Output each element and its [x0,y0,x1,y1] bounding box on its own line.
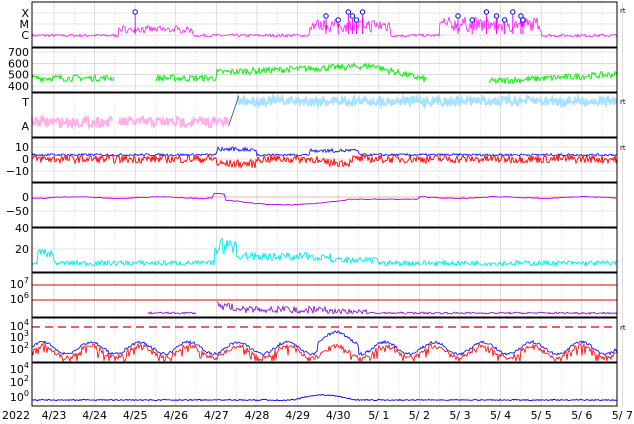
dst-series [31,192,616,206]
flare-marker-6 [359,9,366,15]
flare-marker-14 [520,17,526,23]
polarity-corner-mark: rt [620,98,626,106]
dst-tick-0: 0 [22,191,29,204]
flare-marker-10 [493,13,500,19]
flare-marker-5 [353,17,360,23]
x-tick-label-5: 4/28 [245,409,270,422]
space-weather-chart: XMCrt400500600700TArt100−10rt0−504020107… [2,1,633,422]
proton-corner-mark: rt [620,324,626,332]
x-tick-label-12: 5/ 5 [531,409,552,422]
flare-marker-2 [335,17,341,23]
dst-tick--50: −50 [6,205,29,218]
speed-tick-700: 700 [8,46,29,59]
high-energy-proton-series [31,394,618,402]
electron-tick-0: 107 [10,276,29,291]
polarity-tick-A: A [21,120,29,133]
flare-marker-4 [349,13,356,19]
x-tick-label-1: 4/24 [82,409,107,422]
flare-marker-9 [483,9,490,15]
imf-bz-series [31,153,618,169]
imf-corner-mark: rt [620,144,626,152]
x-tick-label-2: 4/25 [123,409,148,422]
flare-marker-8 [469,17,475,23]
panel-solar-wind-speed-frame [31,47,618,93]
xray-flux-series [31,16,618,38]
series-layer [30,9,618,402]
polarity-toward-series [235,92,618,110]
polarity-tick-T: T [21,96,29,109]
hep-tick-2: 100 [10,389,29,404]
imf-tick--10: −10 [6,165,29,178]
xray-corner-mark: rt [620,7,626,15]
proton-tick-2: 102 [10,341,29,356]
x-tick-label-11: 5/ 4 [490,409,511,422]
density-tick-20: 20 [15,243,29,256]
x-tick-label-14: 5/ 7 [612,409,633,422]
panel-density-frame [31,227,618,273]
x-tick-label-7: 4/30 [326,409,351,422]
proton-flux-high-series [31,342,618,363]
x-tick-label-3: 4/26 [163,409,188,422]
imf-bt-series [31,145,617,158]
x-tick-label-0: 4/23 [42,409,67,422]
x-tick-label-4: 4/27 [204,409,229,422]
panel-high-energy-proton-frame [31,362,618,407]
x-tick-label-10: 5/ 3 [449,409,470,422]
solar-wind-speed-series [31,61,618,85]
flare-marker-1 [323,13,329,19]
panel-electron-flux-frame [31,272,618,318]
x-tick-label-13: 5/ 6 [571,409,592,422]
polarity-away-series [30,114,230,130]
speed-tick-600: 600 [8,57,29,70]
x-tick-label-9: 5/ 2 [409,409,430,422]
flare-marker-0 [132,9,138,15]
hep-tick-1: 102 [10,374,29,389]
panel-frames [31,1,618,407]
flare-marker-3 [345,9,352,15]
speed-tick-500: 500 [8,69,29,82]
speed-tick-400: 400 [8,80,29,93]
flare-marker-7 [455,13,461,19]
density-tick-40: 40 [15,222,29,235]
electron-tick-1: 106 [10,291,29,306]
year-label: 2022 [2,409,30,422]
xray-tick-C: C [21,29,29,42]
flare-marker-11 [501,17,508,23]
x-tick-label-8: 5/ 1 [368,409,389,422]
x-tick-label-6: 4/29 [285,409,310,422]
density-series [31,237,618,268]
proton-flux-low-series [31,330,618,356]
electron-flux-series [147,301,618,315]
panel-dst-frame [31,182,618,228]
polarity-transition [228,95,240,127]
flare-marker-12 [510,9,516,15]
panel-proton-flux-frame [31,317,618,363]
